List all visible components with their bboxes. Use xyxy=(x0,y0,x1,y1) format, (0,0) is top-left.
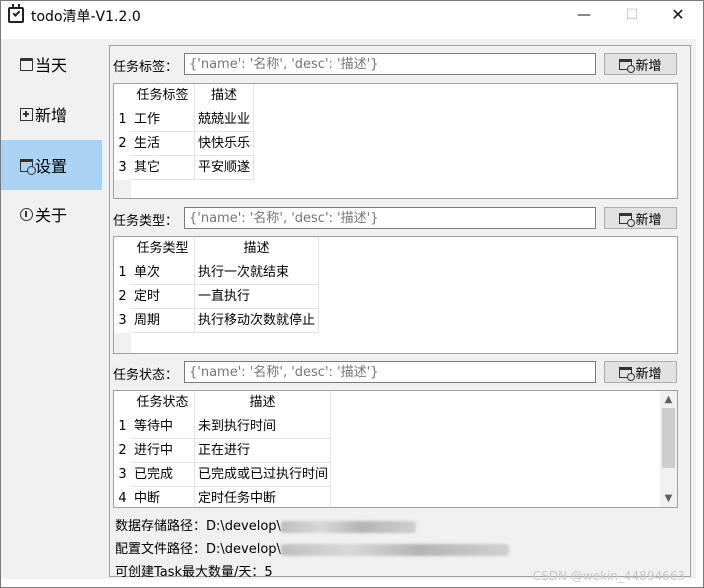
status-input[interactable] xyxy=(184,361,596,383)
redacted-path xyxy=(280,520,416,533)
calendar-check-icon xyxy=(8,4,24,23)
nav-today[interactable]: 当天 xyxy=(1,39,102,89)
table-cell[interactable]: 等待中 xyxy=(131,415,195,439)
tags-table: 任务标签 描述 1 工作 兢兢业业 2 生活 快快乐乐 3 其它 平安顺遂 xyxy=(113,83,678,199)
table-cell[interactable]: 单次 xyxy=(131,261,195,285)
tags-add-label: 新增 xyxy=(635,58,662,74)
window-title: todo清单-V1.2.0 xyxy=(31,9,141,25)
status-table-scrollbar[interactable]: ▲ ▼ xyxy=(660,391,677,507)
status-label: 任务状态： xyxy=(113,368,179,383)
table-row-index: 2 xyxy=(114,439,131,463)
nav-about-label: 关于 xyxy=(35,206,68,225)
settings-frame: 任务标签： 新增 任务标签 描述 1 工作 兢兢业业 2 生活 快快乐乐 3 其… xyxy=(109,45,691,580)
table-cell[interactable]: 快快乐乐 xyxy=(195,132,254,156)
maximize-button[interactable]: ☐ xyxy=(609,1,655,31)
table-cell[interactable]: 兢兢业业 xyxy=(195,108,254,132)
settings-panel: 任务标签： 新增 任务标签 描述 1 工作 兢兢业业 2 生活 快快乐乐 3 其… xyxy=(102,39,696,580)
info-icon xyxy=(20,207,33,221)
add-settings-icon xyxy=(619,366,636,381)
app-window: todo清单-V1.2.0 — ☐ ✕ 当天 新增 设置 关于 任务标签： {'… xyxy=(0,0,704,588)
types-add-button[interactable]: 新增 xyxy=(604,207,677,229)
tags-label: 任务标签： xyxy=(113,60,179,75)
config-path-label: 配置文件路径：D:\develop\ xyxy=(115,542,281,557)
table-row-index: 3 xyxy=(114,309,131,333)
add-settings-icon xyxy=(619,58,636,73)
status-add-label: 新增 xyxy=(635,366,662,382)
table-row-index: 3 xyxy=(114,156,131,180)
table-cell[interactable]: 执行移动次数就停止 xyxy=(195,309,319,333)
types-table: 任务类型 描述 1 单次 执行一次就结束 2 定时 一直执行 3 周期 执行移动… xyxy=(113,236,678,354)
watermark: CSDN @wekin_44894663 xyxy=(532,569,685,583)
table-cell[interactable]: 正在进行 xyxy=(195,439,331,463)
tags-col-name: 任务标签 xyxy=(131,84,195,108)
settings-icon xyxy=(20,158,36,175)
nav-settings-label: 设置 xyxy=(35,157,68,176)
nav-about[interactable]: 关于 xyxy=(1,189,102,239)
table-row-index: 2 xyxy=(114,132,131,156)
status-add-button[interactable]: 新增 xyxy=(604,361,677,383)
nav-add-label: 新增 xyxy=(35,106,68,125)
plus-box-icon xyxy=(20,107,33,121)
status-col-desc: 描述 xyxy=(195,391,331,415)
types-label: 任务类型： xyxy=(113,214,179,229)
nav-add[interactable]: 新增 xyxy=(1,89,102,139)
scrollbar-thumb[interactable] xyxy=(662,408,675,468)
table-row-index: 1 xyxy=(114,261,131,285)
table-cell[interactable]: 一直执行 xyxy=(195,285,319,309)
nav-settings[interactable]: 设置 xyxy=(1,140,102,190)
scroll-down-icon[interactable]: ▼ xyxy=(660,490,677,507)
table-row-index: 2 xyxy=(114,285,131,309)
status-table: 任务状态 描述 1 等待中 未到执行时间 2 进行中 正在进行 3 已完成 已完… xyxy=(113,390,678,508)
add-settings-icon xyxy=(619,212,636,227)
scroll-up-icon[interactable]: ▲ xyxy=(660,391,677,408)
table-row-index: 1 xyxy=(114,415,131,439)
table-row-index: 3 xyxy=(114,463,131,487)
table-cell[interactable]: 工作 xyxy=(131,108,195,132)
tags-col-desc: 描述 xyxy=(195,84,254,108)
table-cell[interactable]: 生活 xyxy=(131,132,195,156)
close-button[interactable]: ✕ xyxy=(655,1,701,31)
table-row-index: 1 xyxy=(114,108,131,132)
types-add-label: 新增 xyxy=(635,212,662,228)
types-col-desc: 描述 xyxy=(195,237,319,261)
table-row-index: 4 xyxy=(114,487,131,507)
table-cell[interactable]: 已完成或已过执行时间 xyxy=(195,463,331,487)
table-cell[interactable]: 定时任务中断 xyxy=(195,487,331,507)
redacted-path xyxy=(280,543,509,556)
tags-input[interactable] xyxy=(184,53,596,75)
config-path-line: 配置文件路径：D:\develop\ xyxy=(115,538,509,557)
types-col-name: 任务类型 xyxy=(131,237,195,261)
minimize-button[interactable]: — xyxy=(561,1,607,31)
table-cell[interactable]: 平安顺遂 xyxy=(195,156,254,180)
data-path-line: 数据存储路径：D:\develop\ xyxy=(115,515,416,534)
max-tasks-line: 可创建Task最大数量/天：5 xyxy=(115,565,273,580)
title-bar: todo清单-V1.2.0 — ☐ ✕ xyxy=(1,1,703,31)
table-cell[interactable]: 其它 xyxy=(131,156,195,180)
sidebar: 当天 新增 设置 关于 xyxy=(1,39,102,579)
table-cell[interactable]: 未到执行时间 xyxy=(195,415,331,439)
types-input[interactable] xyxy=(184,207,596,229)
table-cell[interactable]: 周期 xyxy=(131,309,195,333)
calendar-icon xyxy=(20,57,33,71)
table-cell[interactable]: 进行中 xyxy=(131,439,195,463)
data-path-label: 数据存储路径：D:\develop\ xyxy=(115,519,281,534)
nav-today-label: 当天 xyxy=(35,56,68,75)
status-col-name: 任务状态 xyxy=(131,391,195,415)
table-cell[interactable]: 执行一次就结束 xyxy=(195,261,319,285)
table-cell[interactable]: 已完成 xyxy=(131,463,195,487)
tags-add-button[interactable]: 新增 xyxy=(604,53,677,75)
table-cell[interactable]: 中断 xyxy=(131,487,195,507)
table-cell[interactable]: 定时 xyxy=(131,285,195,309)
